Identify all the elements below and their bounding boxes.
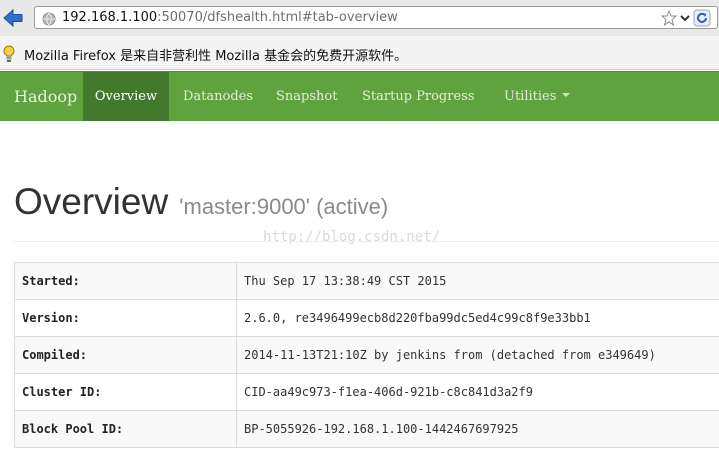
row-label: Block Pool ID: xyxy=(14,410,237,448)
tab-startup-progress[interactable]: Startup Progress xyxy=(362,72,475,121)
namenode-subtitle: 'master:9000' (active) xyxy=(179,194,389,219)
table-row: Cluster ID: CID-aa49c973-f1ea-406d-921b-… xyxy=(14,373,719,411)
tab-startup-progress-label: Startup Progress xyxy=(362,89,475,104)
tab-overview-label: Overview xyxy=(94,89,158,104)
caret-down-icon xyxy=(562,92,571,97)
hadoop-navbar: Hadoop Overview Datanodes Snapshot Start… xyxy=(0,71,719,121)
back-button[interactable] xyxy=(0,4,26,32)
url-path: :50070/dfshealth.html#tab-overview xyxy=(157,10,398,25)
row-value: 2.6.0, re3496499ecb8d220fba99dc5ed4c99c8… xyxy=(236,299,719,337)
table-row: Compiled: 2014-11-13T21:10Z by jenkins f… xyxy=(14,336,719,374)
bookmark-star-icon[interactable] xyxy=(661,10,677,26)
page-header: Overview 'master:9000' (active) xyxy=(14,181,388,223)
tab-utilities[interactable]: Utilities xyxy=(504,72,571,121)
tab-utilities-label: Utilities xyxy=(504,89,557,104)
row-label: Version: xyxy=(14,299,237,337)
tab-datanodes[interactable]: Datanodes xyxy=(183,72,253,121)
table-row: Started: Thu Sep 17 13:38:49 CST 2015 xyxy=(14,262,719,300)
row-value: Thu Sep 17 13:38:49 CST 2015 xyxy=(236,262,719,300)
tab-datanodes-label: Datanodes xyxy=(183,89,254,104)
tab-snapshot-label: Snapshot xyxy=(276,89,338,104)
row-label: Cluster ID: xyxy=(14,373,237,411)
row-label: Compiled: xyxy=(14,336,237,374)
row-value: CID-aa49c973-f1ea-406d-921b-c8c841d3a2f9 xyxy=(236,373,719,411)
table-row: Block Pool ID: BP-5055926-192.168.1.100-… xyxy=(14,410,719,448)
row-value: BP-5055926-192.168.1.100-1442467697925 xyxy=(236,410,719,448)
notification-text: Mozilla Firefox 是来自非营利性 Mozilla 基金会的免费开源… xyxy=(24,49,408,64)
overview-table: Started: Thu Sep 17 13:38:49 CST 2015 Ve… xyxy=(14,262,719,448)
url-text[interactable]: 192.168.1.100:50070/dfshealth.html#tab-o… xyxy=(62,10,398,25)
chevron-down-icon[interactable] xyxy=(679,12,691,24)
tab-overview[interactable]: Overview xyxy=(83,72,169,121)
row-label: Started: xyxy=(14,262,237,300)
back-arrow-icon xyxy=(2,8,24,28)
table-row: Version: 2.6.0, re3496499ecb8d220fba99dc… xyxy=(14,299,719,337)
row-value: 2014-11-13T21:10Z by jenkins from (detac… xyxy=(236,336,719,374)
watermark: http://blog.csdn.net/ xyxy=(263,229,441,245)
header-divider xyxy=(14,241,719,242)
notification-bar: Mozilla Firefox 是来自非营利性 Mozilla 基金会的免费开源… xyxy=(0,36,719,70)
brand-logo[interactable]: Hadoop xyxy=(14,87,77,106)
lightbulb-icon xyxy=(2,45,16,63)
url-host: 192.168.1.100 xyxy=(62,10,158,25)
page-title: Overview xyxy=(14,181,169,222)
tab-snapshot[interactable]: Snapshot xyxy=(276,72,337,121)
globe-icon xyxy=(42,11,56,26)
reload-icon[interactable] xyxy=(693,9,711,27)
browser-toolbar: 192.168.1.100:50070/dfshealth.html#tab-o… xyxy=(0,0,719,36)
url-bar[interactable]: 192.168.1.100:50070/dfshealth.html#tab-o… xyxy=(34,6,718,29)
